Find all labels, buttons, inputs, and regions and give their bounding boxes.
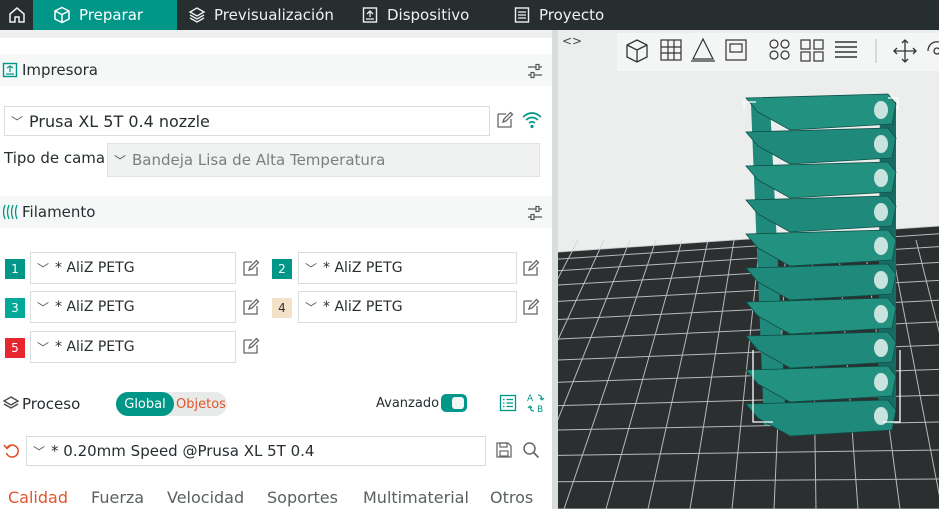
filament-name: * AliZ PETG bbox=[55, 339, 135, 355]
edit-filament-icon[interactable] bbox=[241, 336, 261, 356]
build-plate-grid bbox=[558, 93, 939, 509]
filament-select-3[interactable]: ﹀ * AliZ PETG bbox=[30, 291, 236, 323]
search-icon[interactable] bbox=[522, 441, 540, 459]
tab-label: Previsualización bbox=[214, 6, 334, 24]
printer-select[interactable]: ﹀ Prusa XL 5T 0.4 nozzle bbox=[4, 106, 490, 136]
device-icon bbox=[362, 7, 378, 23]
edit-filament-icon[interactable] bbox=[241, 297, 261, 317]
tab-preparar[interactable]: Preparar bbox=[33, 0, 177, 30]
edit-filament-icon[interactable] bbox=[241, 258, 261, 278]
viewport-toolbar bbox=[617, 33, 939, 71]
printer-icon bbox=[2, 62, 18, 78]
top-nav-bar: Preparar Previsualización Dispositivo Pr… bbox=[0, 0, 939, 30]
layers-icon bbox=[2, 396, 20, 409]
filament-name: * AliZ PETG bbox=[55, 260, 135, 276]
chevron-down-icon: ﹀ bbox=[37, 340, 50, 355]
tab-fuerza[interactable]: Fuerza bbox=[91, 488, 144, 507]
chevron-down-icon: ﹀ bbox=[37, 261, 50, 276]
chevron-down-icon: ﹀ bbox=[305, 300, 318, 315]
edit-printer-icon[interactable] bbox=[495, 110, 515, 130]
printer-section-label: Impresora bbox=[22, 61, 98, 79]
filament-slot-number[interactable]: 5 bbox=[5, 338, 25, 358]
printer-section-header: Impresora bbox=[0, 54, 552, 86]
filament-slot-number[interactable]: 2 bbox=[272, 259, 292, 279]
undo-icon[interactable] bbox=[3, 442, 21, 460]
tab-calidad[interactable]: Calidad bbox=[8, 488, 68, 507]
settings-panel: Impresora ﹀ Prusa XL 5T 0.4 nozzle Tipo … bbox=[0, 30, 552, 509]
process-preset-value: * 0.20mm Speed @Prusa XL 5T 0.4 bbox=[51, 442, 315, 460]
tab-velocidad[interactable]: Velocidad bbox=[167, 488, 244, 507]
wifi-icon[interactable] bbox=[521, 109, 543, 131]
filament-section-label: Filamento bbox=[22, 203, 96, 221]
toggle-objects[interactable]: Objetos bbox=[176, 392, 226, 416]
process-section-header: Proceso bbox=[0, 388, 552, 420]
filament-select-1[interactable]: ﹀ * AliZ PETG bbox=[30, 252, 236, 284]
panel-edge bbox=[0, 30, 552, 38]
layers-icon bbox=[188, 7, 206, 23]
chevron-down-icon: ﹀ bbox=[114, 153, 127, 168]
filament-select-2[interactable]: ﹀ * AliZ PETG bbox=[298, 252, 517, 284]
filament-slot-number[interactable]: 1 bbox=[5, 259, 25, 279]
list-doc-icon bbox=[514, 7, 530, 23]
tab-multimaterial[interactable]: Multimaterial bbox=[363, 488, 469, 507]
filament-name: * AliZ PETG bbox=[323, 299, 403, 315]
filament-name: * AliZ PETG bbox=[323, 260, 403, 276]
compare-icon[interactable]: AB bbox=[526, 392, 546, 414]
tab-dispositivo[interactable]: Dispositivo bbox=[351, 0, 479, 30]
filament-name: * AliZ PETG bbox=[55, 299, 135, 315]
global-objects-toggle: Global Objetos bbox=[116, 392, 227, 416]
filament-spool-icon bbox=[2, 204, 18, 220]
edit-filament-icon[interactable] bbox=[521, 297, 541, 317]
list-icon[interactable] bbox=[499, 394, 517, 412]
process-preset-select[interactable]: ﹀ * 0.20mm Speed @Prusa XL 5T 0.4 bbox=[26, 436, 486, 466]
home-button[interactable] bbox=[0, 0, 33, 30]
home-icon bbox=[8, 7, 25, 23]
filament-select-5[interactable]: ﹀ * AliZ PETG bbox=[30, 331, 236, 363]
3d-viewport[interactable] bbox=[558, 30, 939, 509]
tab-previsualizacion[interactable]: Previsualización bbox=[178, 0, 344, 30]
chevron-down-icon: ﹀ bbox=[33, 444, 46, 459]
bed-type-value: Bandeja Lisa de Alta Temperatura bbox=[132, 151, 386, 169]
process-tabs: Calidad Fuerza Velocidad Soportes Multim… bbox=[0, 482, 552, 509]
save-icon[interactable] bbox=[495, 441, 513, 459]
filament-slot-number[interactable]: 3 bbox=[5, 298, 25, 318]
edit-filament-icon[interactable] bbox=[521, 258, 541, 278]
bed-type-label: Tipo de cama bbox=[4, 149, 106, 167]
cube-icon bbox=[54, 6, 70, 24]
advanced-switch[interactable] bbox=[441, 394, 467, 412]
sliders-icon[interactable] bbox=[526, 62, 544, 80]
collapse-sidebar-icon[interactable]: <> bbox=[562, 34, 582, 48]
tab-label: Preparar bbox=[79, 6, 144, 24]
svg-text:A: A bbox=[527, 394, 534, 404]
advanced-label: Avanzado bbox=[376, 396, 440, 411]
sliders-icon[interactable] bbox=[526, 204, 544, 222]
tab-label: Dispositivo bbox=[387, 6, 470, 24]
toggle-global[interactable]: Global bbox=[116, 392, 174, 416]
filament-section-header: Filamento bbox=[0, 196, 552, 228]
svg-text:B: B bbox=[537, 405, 543, 414]
tab-soportes[interactable]: Soportes bbox=[267, 488, 338, 507]
bed-type-select[interactable]: ﹀ Bandeja Lisa de Alta Temperatura bbox=[107, 143, 540, 177]
process-section-label: Proceso bbox=[22, 395, 81, 413]
printer-select-value: Prusa XL 5T 0.4 nozzle bbox=[29, 111, 210, 131]
tab-otros[interactable]: Otros bbox=[490, 488, 533, 507]
chevron-down-icon: ﹀ bbox=[11, 114, 24, 129]
chevron-down-icon: ﹀ bbox=[37, 300, 50, 315]
filament-select-4[interactable]: ﹀ * AliZ PETG bbox=[298, 291, 517, 323]
filament-slot-number[interactable]: 4 bbox=[272, 298, 292, 318]
tab-label: Proyecto bbox=[539, 6, 605, 24]
chevron-down-icon: ﹀ bbox=[305, 261, 318, 276]
tab-proyecto[interactable]: Proyecto bbox=[503, 0, 614, 30]
